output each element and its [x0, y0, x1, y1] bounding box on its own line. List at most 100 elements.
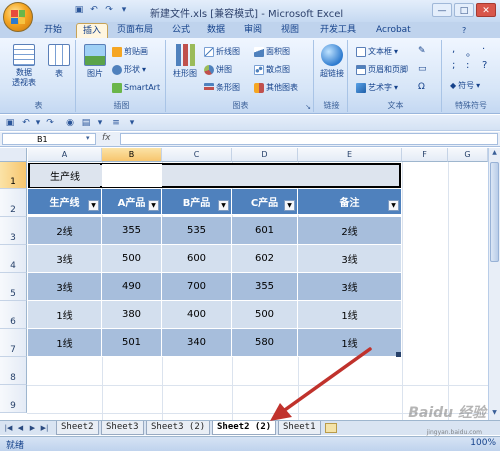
- select-all-corner[interactable]: [0, 148, 27, 162]
- table-cell[interactable]: 1线: [298, 329, 402, 357]
- other-charts-button[interactable]: 其他图表: [254, 82, 298, 94]
- table-cell[interactable]: 601: [232, 217, 298, 245]
- scroll-up-icon[interactable]: ▲: [490, 149, 499, 159]
- row-header-8[interactable]: 8: [0, 357, 27, 385]
- tab-developer[interactable]: 开发工具: [320, 23, 356, 38]
- sheet-tab-sheet3-2[interactable]: Sheet3 (2): [146, 421, 211, 435]
- symbol-button[interactable]: ◆ 符号 ▾: [450, 80, 480, 92]
- sheet-tab-sheet1[interactable]: Sheet1: [278, 421, 321, 435]
- filter-dropdown-icon[interactable]: ▼: [148, 200, 159, 211]
- column-header-d[interactable]: D: [232, 148, 298, 162]
- table-cell[interactable]: 3线: [28, 273, 102, 301]
- table-cell[interactable]: 501: [102, 329, 162, 357]
- worksheet-grid[interactable]: A B C D E F G 1 2 3 4 5 6 7 8 9 生产线 生产线 …: [0, 148, 488, 420]
- office-button[interactable]: [3, 2, 33, 32]
- line-chart-button[interactable]: 折线图: [204, 46, 240, 58]
- table-cell[interactable]: 380: [102, 301, 162, 329]
- minimize-button[interactable]: —: [432, 3, 452, 17]
- table-cell[interactable]: 3线: [28, 245, 102, 273]
- sheet-tab-sheet3[interactable]: Sheet3: [101, 421, 144, 435]
- column-header-f[interactable]: F: [402, 148, 448, 162]
- row-header-1[interactable]: 1: [0, 162, 27, 189]
- column-header-c[interactable]: C: [162, 148, 232, 162]
- column-header-a[interactable]: A: [28, 148, 102, 162]
- header-footer-button[interactable]: 页眉和页脚: [356, 64, 408, 76]
- tab-data[interactable]: 数据: [207, 23, 225, 38]
- undo-icon[interactable]: ↶: [88, 4, 100, 16]
- scroll-thumb[interactable]: [490, 162, 499, 262]
- tab-home[interactable]: 开始: [44, 23, 62, 38]
- table-cell[interactable]: 355: [102, 217, 162, 245]
- table-cell[interactable]: 1线: [28, 301, 102, 329]
- tab-formulas[interactable]: 公式: [172, 23, 190, 38]
- fx-icon[interactable]: fx: [102, 133, 111, 143]
- table-resize-handle-icon[interactable]: [396, 352, 401, 357]
- insert-sheet-icon[interactable]: [325, 423, 337, 433]
- clipart-button[interactable]: 剪贴画: [112, 46, 148, 58]
- column-header-e[interactable]: E: [298, 148, 402, 162]
- picture-button[interactable]: 图片: [82, 44, 108, 79]
- tab-acrobat[interactable]: Acrobat: [376, 23, 411, 38]
- table-cell[interactable]: 3线: [298, 245, 402, 273]
- table-header-cell[interactable]: 备注 ▼: [298, 189, 402, 215]
- table-cell[interactable]: 700: [162, 273, 232, 301]
- zoom-level[interactable]: 100%: [470, 438, 496, 448]
- shapes-button[interactable]: 形状 ▾: [112, 64, 146, 76]
- save-icon[interactable]: ▣: [4, 117, 16, 129]
- table-cell[interactable]: 602: [232, 245, 298, 273]
- row-header-5[interactable]: 5: [0, 273, 27, 301]
- chevron-down-icon[interactable]: ▾: [86, 134, 90, 142]
- next-sheet-icon[interactable]: ▶: [28, 423, 37, 433]
- filter-dropdown-icon[interactable]: ▼: [388, 200, 399, 211]
- table-cell[interactable]: 3线: [298, 273, 402, 301]
- omega-icon[interactable]: Ω: [418, 82, 425, 92]
- row-header-4[interactable]: 4: [0, 245, 27, 273]
- wordart-button[interactable]: 艺术字 ▾: [356, 82, 398, 94]
- area-chart-button[interactable]: 面积图: [254, 46, 290, 58]
- table-cell[interactable]: 1线: [28, 329, 102, 357]
- customize-icon[interactable]: ≡: [110, 117, 122, 129]
- print-preview-icon[interactable]: ▤: [80, 117, 92, 129]
- table-cell[interactable]: 1线: [298, 301, 402, 329]
- symbol-colon-icon[interactable]: :: [466, 60, 469, 71]
- formula-input[interactable]: [120, 133, 498, 145]
- column-chart-button[interactable]: 柱形图: [170, 44, 200, 79]
- symbol-dot-icon[interactable]: ·: [482, 44, 485, 55]
- table-button[interactable]: 表: [46, 44, 72, 79]
- first-sheet-icon[interactable]: |◀: [4, 423, 13, 433]
- chevron-down-icon[interactable]: ▾: [94, 117, 106, 129]
- tab-view[interactable]: 视图: [281, 23, 299, 38]
- table-cell[interactable]: 580: [232, 329, 298, 357]
- object-icon[interactable]: ▭: [418, 64, 427, 74]
- textbox-button[interactable]: 文本框 ▾: [356, 46, 398, 58]
- filter-dropdown-icon[interactable]: ▼: [88, 200, 99, 211]
- table-cell[interactable]: 600: [162, 245, 232, 273]
- cell-a1[interactable]: 生产线: [30, 164, 100, 187]
- row-header-6[interactable]: 6: [0, 301, 27, 329]
- smartart-button[interactable]: SmartArt: [112, 82, 160, 94]
- chevron-down-icon[interactable]: ▾: [126, 117, 138, 129]
- sheet-tab-sheet2-2[interactable]: Sheet2 (2): [212, 421, 277, 435]
- filter-dropdown-icon[interactable]: ▼: [284, 200, 295, 211]
- table-cell[interactable]: 500: [102, 245, 162, 273]
- scroll-down-icon[interactable]: ▼: [490, 409, 499, 419]
- table-header-cell[interactable]: 生产线 ▼: [28, 189, 102, 215]
- symbol-comma-icon[interactable]: ,: [452, 44, 455, 55]
- bar-chart-button[interactable]: 条形图: [204, 82, 240, 94]
- undo-icon[interactable]: ↶: [20, 117, 32, 129]
- vertical-scrollbar[interactable]: ▲ ▼: [488, 148, 500, 420]
- sheet-tab-sheet2[interactable]: Sheet2: [56, 421, 99, 435]
- row-header-9[interactable]: 9: [0, 385, 27, 413]
- redo-icon[interactable]: ↷: [44, 117, 56, 129]
- tab-page-layout[interactable]: 页面布局: [117, 23, 153, 38]
- tab-insert[interactable]: 插入: [76, 23, 109, 38]
- row-header-7[interactable]: 7: [0, 329, 27, 357]
- table-cell[interactable]: 355: [232, 273, 298, 301]
- last-sheet-icon[interactable]: ▶|: [40, 423, 49, 433]
- symbol-question-icon[interactable]: ?: [482, 60, 487, 71]
- refresh-icon[interactable]: ◉: [64, 117, 76, 129]
- save-icon[interactable]: ▣: [73, 4, 85, 16]
- table-cell[interactable]: 2线: [28, 217, 102, 245]
- scatter-chart-button[interactable]: 散点图: [254, 64, 290, 76]
- filter-dropdown-icon[interactable]: ▼: [218, 200, 229, 211]
